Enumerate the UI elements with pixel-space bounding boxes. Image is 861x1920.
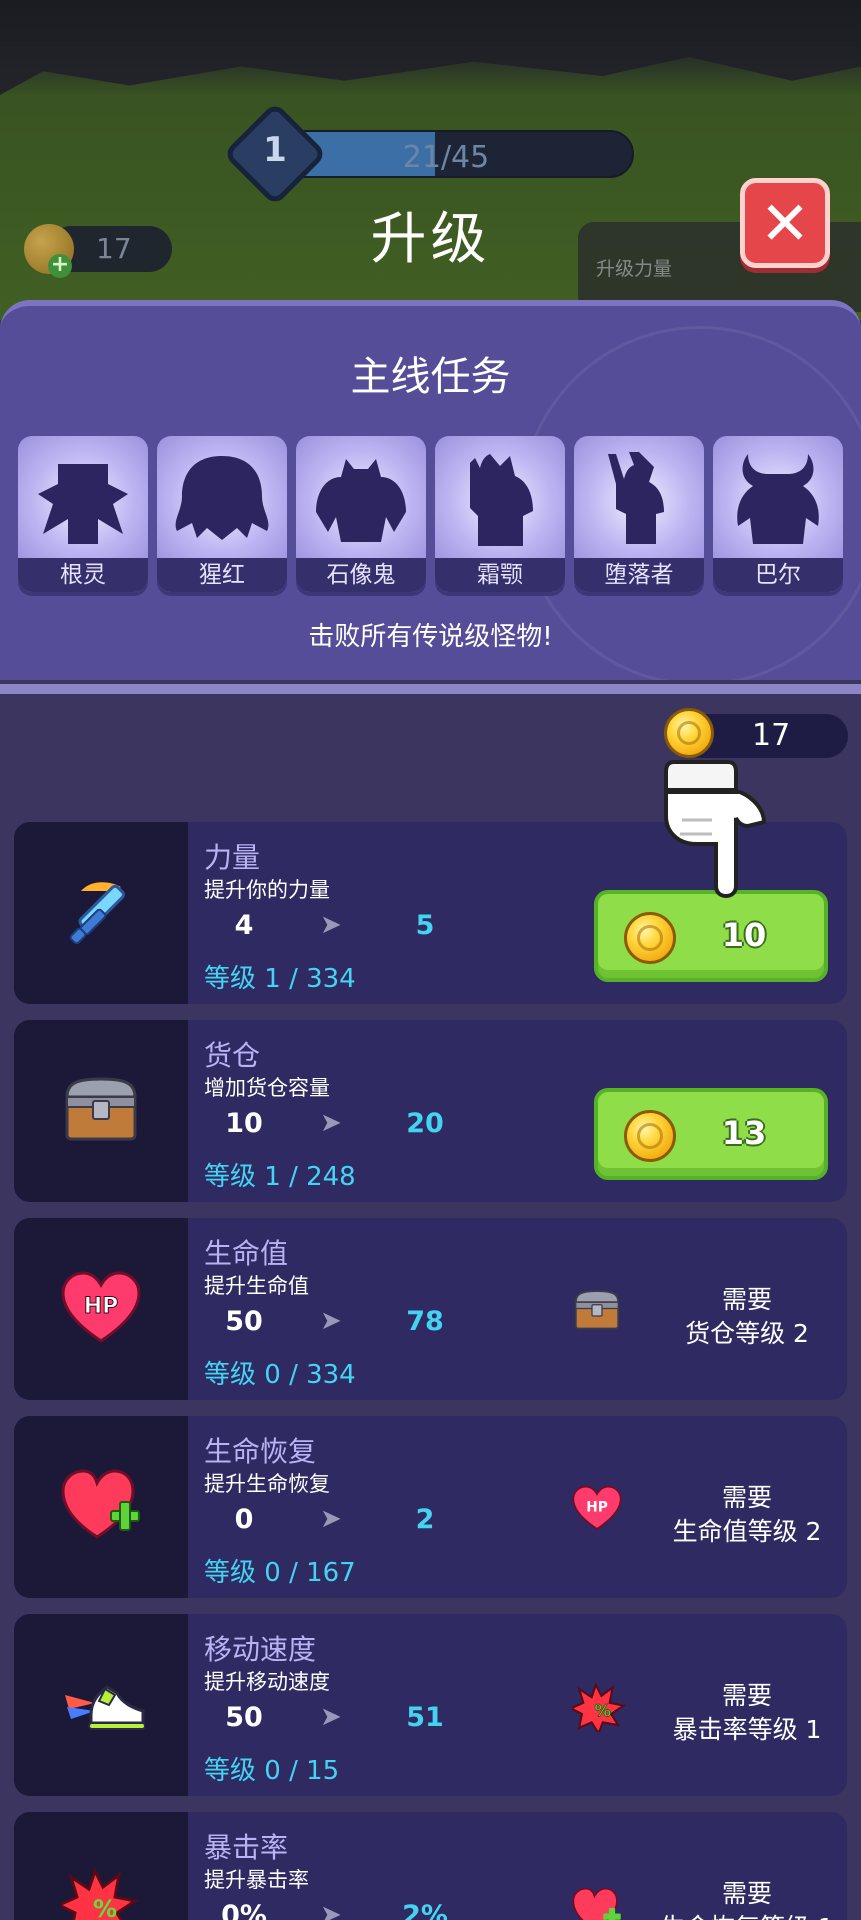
- crit-burst-icon: %: [61, 1867, 139, 1920]
- upgrade-next-value: 78: [406, 1306, 444, 1337]
- boss-card-gargoyle[interactable]: 石像鬼: [296, 436, 426, 592]
- arrow-right-icon: ➤: [320, 1504, 342, 1534]
- boss-name: 霜颚: [435, 558, 565, 592]
- buy-cargo-button[interactable]: 13: [594, 1088, 828, 1180]
- boss-silhouette-icon: [470, 454, 533, 546]
- boss-silhouette-icon: [608, 452, 664, 544]
- boss-card-frostjaw[interactable]: 霜颚: [435, 436, 565, 592]
- boss-name: 根灵: [18, 558, 148, 592]
- upgrade-current-value: 50: [225, 1702, 263, 1733]
- requirement-title: 需要: [721, 1285, 772, 1314]
- requirement-title: 需要: [721, 1681, 772, 1710]
- upgrade-next-value: 2: [415, 1504, 435, 1535]
- upgrade-next-value: 51: [406, 1702, 444, 1733]
- upgrade-level: 等级 0 / 15: [204, 1756, 340, 1786]
- buy-strength-button[interactable]: 10: [594, 890, 828, 982]
- quest-subtitle: 击败所有传说级怪物!: [308, 622, 553, 652]
- upgrade-desc: 提升暴击率: [204, 1868, 309, 1892]
- upgrade-name: 力量: [204, 841, 261, 874]
- arrow-right-icon: ➤: [320, 1900, 342, 1920]
- upgrade-name: 货仓: [204, 1039, 261, 1072]
- upgrade-name: 生命恢复: [204, 1435, 317, 1468]
- upgrade-name: 移动速度: [204, 1633, 317, 1666]
- arrow-right-icon: ➤: [320, 910, 342, 940]
- boss-name: 巴尔: [713, 558, 843, 592]
- upgrade-current-value: 50: [225, 1306, 263, 1337]
- upgrade-desc: 提升生命值: [204, 1274, 309, 1298]
- upgrade-cost: 10: [721, 916, 767, 954]
- upgrade-next-value: 5: [415, 910, 435, 941]
- upgrade-desc: 提升你的力量: [204, 878, 330, 902]
- coin-icon: [664, 708, 714, 758]
- boss-card-baal[interactable]: 巴尔: [713, 436, 843, 592]
- close-icon: ✕: [759, 189, 811, 259]
- upgrade-row-crit-rate: % 暴击率 提升暴击率 0% ➤ 2% 需要 生命恢复等级 1: [14, 1812, 847, 1920]
- close-button[interactable]: ✕: [740, 178, 830, 268]
- heart-plus-icon: [572, 1887, 621, 1920]
- player-level: 1: [263, 130, 287, 170]
- requirement-title: 需要: [721, 1483, 772, 1512]
- panel-divider: [0, 684, 861, 694]
- page-title: 升级: [370, 207, 491, 272]
- sword-icon: [69, 882, 125, 945]
- boss-card-crimson[interactable]: 猩红: [157, 436, 287, 592]
- upgrade-row-hp: HP 生命值 提升生命值 50 ➤ 78 等级 0 / 334 需要 货仓等级 …: [14, 1218, 847, 1400]
- upgrade-row-move-speed: 移动速度 提升移动速度 50 ➤ 51 等级 0 / 15 % 需要 暴击率等级…: [14, 1614, 847, 1796]
- requirement-title: 需要: [721, 1879, 772, 1908]
- requirement-text: 生命值等级 2: [672, 1517, 822, 1546]
- coin-icon: [624, 912, 676, 964]
- svg-text:%: %: [594, 1702, 611, 1721]
- arrow-right-icon: ➤: [320, 1108, 342, 1138]
- boss-silhouette-icon: [38, 464, 128, 544]
- coin-icon: [624, 1110, 676, 1162]
- sneaker-icon: [65, 1685, 145, 1730]
- requirement-text: 货仓等级 2: [685, 1319, 809, 1348]
- requirement-text: 暴击率等级 1: [672, 1715, 822, 1744]
- upgrade-row-hp-regen: 生命恢复 提升生命恢复 0 ➤ 2 等级 0 / 167 HP 需要 生命值等级…: [14, 1416, 847, 1598]
- upgrade-level: 等级 0 / 167: [204, 1558, 356, 1588]
- upgrade-level: 等级 0 / 334: [204, 1360, 356, 1390]
- boss-name: 石像鬼: [296, 558, 426, 592]
- upgrade-next-value: 2%: [402, 1900, 448, 1920]
- boss-silhouette-icon: [737, 454, 819, 544]
- boss-card-root-spirit[interactable]: 根灵: [18, 436, 148, 592]
- coin-balance: 17: [752, 718, 791, 753]
- upgrade-current-value: 0%: [221, 1900, 267, 1920]
- upgrade-level: 等级 1 / 248: [204, 1162, 356, 1192]
- upgrade-row-cargo: 货仓 增加货仓容量 10 ➤ 20 等级 1 / 248 13: [14, 1020, 847, 1202]
- requirement-text: 生命恢复等级 1: [634, 1908, 847, 1920]
- boss-name: 堕落者: [574, 558, 704, 592]
- svg-text:HP: HP: [586, 1500, 608, 1516]
- svg-text:HP: HP: [84, 1294, 119, 1319]
- upgrade-current-value: 10: [225, 1108, 263, 1139]
- crit-burst-icon: %: [572, 1682, 627, 1732]
- upgrade-current-value: 4: [234, 910, 254, 941]
- upgrade-name: 生命值: [204, 1237, 289, 1270]
- upgrade-level: 等级 1 / 334: [204, 964, 356, 994]
- quest-title: 主线任务: [350, 354, 511, 400]
- boss-silhouette-icon: [175, 456, 269, 540]
- upgrade-desc: 提升移动速度: [204, 1670, 330, 1694]
- svg-text:%: %: [93, 1895, 117, 1920]
- upgrade-cost: 13: [721, 1114, 767, 1152]
- upgrade-desc: 增加货仓容量: [204, 1076, 330, 1100]
- upgrade-desc: 提升生命恢复: [204, 1472, 330, 1496]
- chest-icon: [65, 1077, 137, 1141]
- hp-heart-icon: HP: [572, 1485, 622, 1531]
- boss-card-fallen[interactable]: 堕落者: [574, 436, 704, 592]
- hp-heart-icon: HP: [61, 1271, 141, 1343]
- arrow-right-icon: ➤: [320, 1306, 342, 1336]
- upgrade-name: 暴击率: [204, 1831, 289, 1864]
- upgrade-next-value: 20: [406, 1108, 444, 1139]
- arrow-right-icon: ➤: [320, 1702, 342, 1732]
- boss-silhouette-icon: [316, 459, 406, 542]
- upgrade-current-value: 0: [234, 1504, 254, 1535]
- boss-name: 猩红: [157, 558, 287, 592]
- tutorial-pointing-hand-icon: [664, 760, 767, 899]
- main-quest-panel: 主线任务 根灵 猩红 石像鬼 霜颚 堕落者 巴尔 击败所有传说级怪物!: [0, 300, 861, 680]
- heart-plus-icon: [61, 1469, 140, 1539]
- chest-icon: [574, 1290, 620, 1330]
